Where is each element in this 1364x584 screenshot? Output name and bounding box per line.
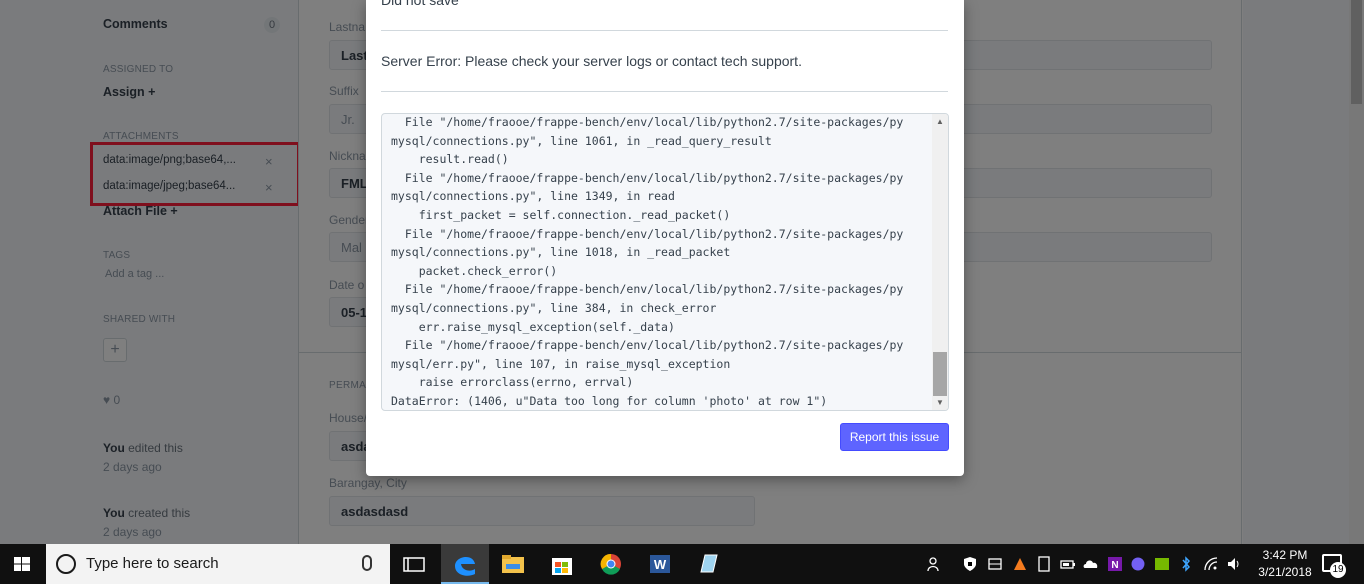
scroll-down-icon[interactable]: ▼ xyxy=(932,396,948,410)
taskbar-chrome[interactable] xyxy=(587,544,635,584)
microphone-icon[interactable] xyxy=(362,555,372,571)
taskbar-clock[interactable]: 3:42 PM 3/21/2018 xyxy=(1250,547,1320,581)
chrome-icon xyxy=(600,553,621,575)
taskbar-store[interactable] xyxy=(538,544,586,584)
cortana-icon[interactable] xyxy=(56,554,76,574)
viber-icon[interactable] xyxy=(1130,556,1146,572)
store-icon xyxy=(552,558,572,575)
document-tray-icon[interactable] xyxy=(1036,556,1052,572)
traceback-box[interactable]: File "/home/fraooe/frappe-bench/env/loca… xyxy=(381,113,949,411)
onedrive-icon[interactable] xyxy=(1083,556,1099,572)
notification-count-badge: 19 xyxy=(1330,562,1346,578)
edge-icon xyxy=(455,557,475,576)
onenote-icon[interactable]: N xyxy=(1107,556,1123,572)
svg-text:N: N xyxy=(1111,560,1118,571)
clock-date: 3/21/2018 xyxy=(1258,565,1312,579)
taskbar-file-explorer[interactable] xyxy=(489,544,537,584)
bluetooth-icon[interactable] xyxy=(1178,556,1194,572)
svg-text:W: W xyxy=(654,557,667,572)
start-button[interactable] xyxy=(0,544,46,584)
traceback-text: File "/home/fraooe/frappe-bench/env/loca… xyxy=(391,115,904,408)
taskbar-word[interactable]: W xyxy=(636,544,684,584)
folder-icon xyxy=(502,555,524,573)
task-view-icon xyxy=(403,557,425,572)
wifi-icon[interactable] xyxy=(1203,556,1219,572)
tools-tray-icon[interactable] xyxy=(987,556,1003,572)
taskbar-search[interactable]: Type here to search xyxy=(46,544,390,584)
error-dialog: Did not save Server Error: Please check … xyxy=(366,0,964,476)
traceback-scrollbar-thumb[interactable] xyxy=(933,352,947,396)
windows-logo-icon xyxy=(14,557,30,571)
nvidia-icon[interactable] xyxy=(1154,556,1170,572)
task-view-button[interactable] xyxy=(390,544,438,584)
traceback-scrollbar[interactable]: ▲ ▼ xyxy=(932,114,948,410)
windows-taskbar: Type here to search W N 3:42 PM 3/21/201… xyxy=(0,544,1364,584)
word-icon: W xyxy=(650,555,670,573)
clock-time: 3:42 PM xyxy=(1262,548,1308,562)
people-icon[interactable] xyxy=(927,556,943,572)
taskbar-edge[interactable] xyxy=(441,544,489,584)
battery-icon[interactable] xyxy=(1060,556,1076,572)
app-tray-icon[interactable] xyxy=(1012,556,1028,572)
dialog-divider xyxy=(381,91,948,92)
dialog-divider xyxy=(381,30,948,31)
dialog-message: Server Error: Please check your server l… xyxy=(381,53,802,69)
taskbar-notepad[interactable] xyxy=(685,544,733,584)
notepad-icon xyxy=(700,554,718,573)
volume-icon[interactable] xyxy=(1226,556,1242,572)
report-issue-button[interactable]: Report this issue xyxy=(840,423,949,451)
scroll-up-icon[interactable]: ▲ xyxy=(932,115,948,129)
search-placeholder[interactable]: Type here to search xyxy=(86,555,219,572)
defender-shield-icon[interactable] xyxy=(962,556,978,572)
dialog-title: Did not save xyxy=(381,0,459,8)
